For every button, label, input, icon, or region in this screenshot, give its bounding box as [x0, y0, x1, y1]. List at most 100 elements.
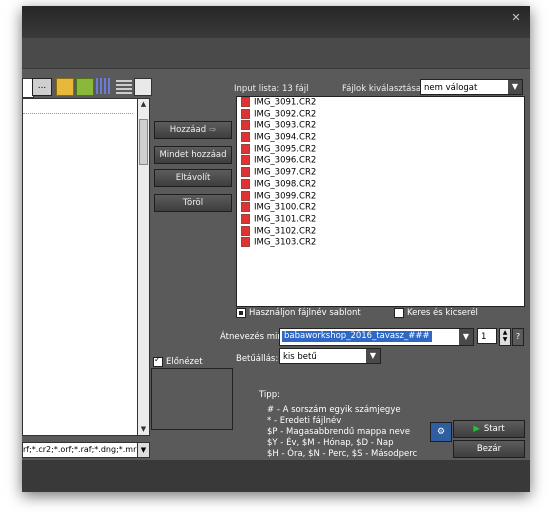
scroll-down-icon[interactable]: ▼ [139, 425, 148, 434]
input-list-label-text: Input lista: [234, 84, 280, 94]
file-list-item[interactable]: IMG_3092.CR2 [237, 108, 524, 121]
raw-file-icon [241, 237, 250, 248]
raw-file-icon [241, 143, 250, 154]
close-button[interactable]: Bezár [453, 440, 525, 458]
raw-file-icon [241, 97, 250, 107]
tip-line: $P - Magasabbrendű mappa neve [267, 427, 411, 437]
file-list-item[interactable]: IMG_3101.CR2 [237, 213, 524, 226]
file-list-item[interactable]: IMG_3094.CR2 [237, 132, 524, 144]
folder-up-icon[interactable] [56, 78, 74, 96]
input-file-list[interactable]: IMG_3091.CR2 IMG_3092.CR2 IMG_3093.CR2 IMG_… [236, 96, 525, 307]
file-name: IMG_3095.CR2 [254, 144, 317, 155]
file-name: IMG_3093.CR2 [254, 120, 317, 131]
scroll-thumb[interactable] [139, 119, 148, 165]
tip-title: Tipp: [259, 390, 280, 400]
case-dropdown[interactable]: kis betű ▼ [279, 348, 381, 364]
tip-line: * - Eredeti fájlnév [267, 416, 342, 426]
raw-file-icon [241, 225, 250, 236]
tip-line: # - A sorszám egyik számjegye [267, 405, 401, 415]
raw-file-icon [241, 178, 250, 189]
chevron-down-icon[interactable]: ▼ [508, 80, 522, 94]
counter-start-input[interactable]: 1 [477, 328, 497, 344]
file-name: IMG_3092.CR2 [254, 109, 317, 120]
file-list-item[interactable]: IMG_3103.CR2 [237, 237, 524, 249]
file-name: IMG_3091.CR2 [254, 97, 317, 108]
file-list-item[interactable]: IMG_3100.CR2 [237, 202, 524, 214]
raw-file-icon [241, 202, 250, 213]
raw-file-icon [241, 155, 250, 166]
add-button[interactable]: Hozzáad ⇨ [154, 121, 232, 139]
tree-separator [23, 113, 133, 114]
case-label: Betűállás: [236, 354, 279, 364]
thumbnails-view-icon[interactable] [96, 78, 112, 94]
play-icon: ▶ [473, 424, 480, 434]
raw-file-icon [241, 120, 250, 131]
file-name: IMG_3099.CR2 [254, 191, 317, 201]
file-name: IMG_3094.CR2 [254, 132, 317, 143]
preview-checkbox[interactable] [153, 355, 163, 367]
file-name: IMG_3100.CR2 [254, 202, 317, 213]
window-close-icon[interactable]: ✕ [510, 12, 522, 24]
file-name: IMG_3096.CR2 [254, 155, 317, 166]
input-list-count: 13 fájl [281, 84, 309, 94]
title-bar: ✕ [22, 6, 530, 38]
file-type-filter[interactable]: rf;*.cr2;*.orf;*.raf;*.dng;*.mr ▼ [22, 442, 150, 458]
tip-line: $H - Óra, $N - Perc, $S - Másodperc [267, 449, 418, 459]
dialog-window: ✕ ... ▲ ▼ rf;*.cr2;*.orf;*.raf;*.dng;*.m… [22, 6, 530, 492]
raw-file-icon [241, 132, 250, 143]
use-template-checkbox[interactable] [236, 308, 246, 318]
chevron-down-icon[interactable]: ▼ [459, 329, 473, 345]
file-list-item[interactable]: IMG_3098.CR2 [237, 178, 524, 191]
use-template-label: Használjon fájlnév sablont [249, 308, 361, 318]
counter-stepper[interactable]: ▲ ▼ [499, 328, 511, 346]
rename-template-input[interactable]: babaworkshop_2016_tavasz_### ▼ [279, 328, 474, 346]
file-list-item[interactable]: IMG_3097.CR2 [237, 167, 524, 179]
arrow-right-icon: ⇨ [209, 125, 217, 135]
input-list-label: Input lista: 13 fájl [234, 84, 308, 94]
file-name: IMG_3103.CR2 [254, 237, 317, 248]
menu-bar [22, 38, 530, 69]
scroll-up-icon[interactable]: ▲ [139, 100, 148, 109]
raw-file-icon [241, 108, 250, 119]
raw-file-icon [241, 190, 250, 201]
browse-button[interactable]: ... [32, 78, 52, 96]
file-name: IMG_3101.CR2 [254, 214, 317, 225]
help-button[interactable]: ? [512, 328, 524, 346]
raw-file-icon [241, 167, 250, 178]
add-button-label: Hozzáad [169, 125, 207, 135]
case-value: kis betű [283, 352, 317, 362]
preview-label: Előnézet [166, 357, 203, 367]
file-select-value: nem válogat [424, 83, 478, 93]
find-replace-label: Keres és kicserél [407, 308, 478, 318]
file-name: IMG_3098.CR2 [254, 179, 317, 190]
start-button[interactable]: ▶ Start [453, 420, 525, 438]
file-select-label: Fájlok kiválasztása: [342, 84, 424, 94]
chevron-down-icon[interactable]: ▼ [366, 349, 380, 363]
file-list-item[interactable]: IMG_3096.CR2 [237, 155, 524, 167]
preview-pane [151, 368, 233, 430]
details-view-icon[interactable] [134, 78, 152, 96]
list-view-icon[interactable] [116, 78, 132, 94]
rename-template-value: babaworkshop_2016_tavasz_### [282, 331, 432, 342]
tree-scrollbar[interactable]: ▲ ▼ [137, 98, 150, 436]
chevron-down-icon[interactable]: ▼ [137, 443, 149, 457]
file-select-dropdown[interactable]: nem válogat ▼ [420, 79, 523, 95]
folder-tree[interactable] [22, 98, 139, 436]
tip-line: $Y - Év, $M - Hónap, $D - Nap [267, 438, 394, 448]
file-name: IMG_3102.CR2 [254, 226, 317, 237]
raw-file-icon [241, 213, 250, 224]
clear-button[interactable]: Töröl [154, 194, 232, 212]
file-list-item[interactable]: IMG_3102.CR2 [237, 225, 524, 238]
folder-new-icon[interactable] [76, 78, 94, 96]
file-name: IMG_3097.CR2 [254, 167, 317, 178]
file-type-filter-value: rf;*.cr2;*.orf;*.raf;*.dng;*.mr [23, 445, 137, 454]
file-list-item[interactable]: IMG_3095.CR2 [237, 143, 524, 156]
file-list-item[interactable]: IMG_3091.CR2 [237, 97, 524, 109]
add-all-button[interactable]: Mindet hozzáad [154, 146, 232, 164]
file-list-item[interactable]: IMG_3093.CR2 [237, 120, 524, 132]
start-label: Start [483, 424, 505, 434]
find-replace-checkbox[interactable] [394, 308, 404, 318]
remove-button[interactable]: Eltávolít [154, 169, 232, 187]
settings-icon[interactable]: ⚙ [430, 422, 452, 442]
file-list-item[interactable]: IMG_3099.CR2 [237, 190, 524, 203]
